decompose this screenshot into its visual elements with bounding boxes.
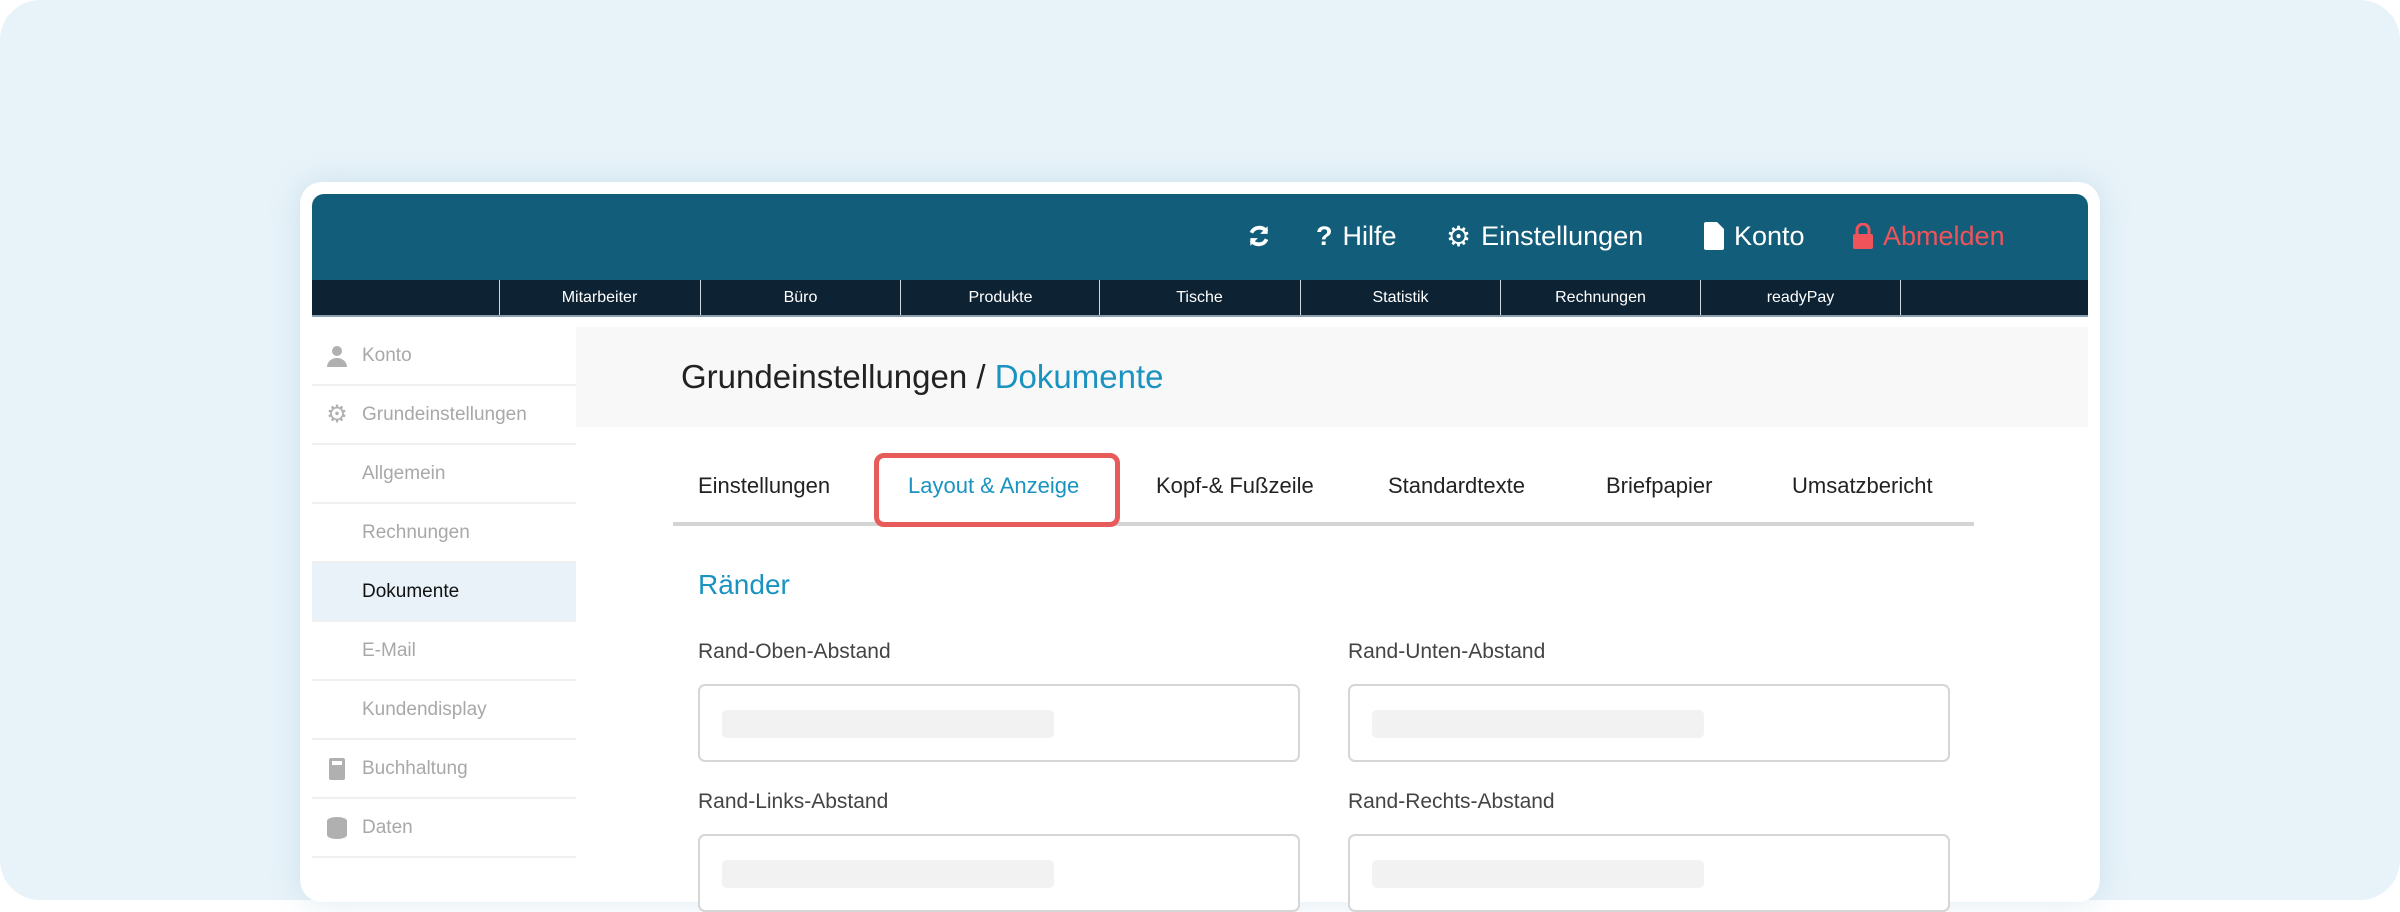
input-placeholder [722, 710, 1054, 738]
nav-mitarbeiter[interactable]: Mitarbeiter [499, 280, 699, 315]
sidebar-item-konto[interactable]: Konto [312, 327, 576, 386]
logout-link[interactable]: Abmelden [1853, 218, 2005, 254]
margin-right-input[interactable] [1348, 834, 1950, 912]
tab-einstellungen[interactable]: Einstellungen [698, 473, 830, 499]
top-header [312, 194, 2088, 280]
help-link[interactable]: ? Hilfe [1316, 218, 1397, 254]
file-icon [1704, 222, 1724, 250]
main-nav: Mitarbeiter Büro Produkte Tische Statist… [312, 280, 2088, 317]
settings-link[interactable]: ⚙ Einstellungen [1446, 218, 1643, 254]
sidebar-item-allgemein[interactable]: Allgemein [312, 445, 576, 504]
gears-icon: ⚙ [1446, 220, 1472, 252]
field-label-left: Rand-Links-Abstand [698, 790, 889, 813]
input-placeholder [1372, 710, 1704, 738]
sidebar-item-dokumente[interactable]: Dokumente [312, 563, 576, 622]
tab-briefpapier[interactable]: Briefpapier [1606, 473, 1712, 499]
nav-readypay[interactable]: readyPay [1700, 280, 1900, 315]
highlight-box [874, 453, 1120, 527]
lock-icon [1853, 223, 1873, 249]
nav-rechnungen[interactable]: Rechnungen [1500, 280, 1700, 315]
field-label-right: Rand-Rechts-Abstand [1348, 790, 1555, 813]
tab-standardtexte[interactable]: Standardtexte [1388, 473, 1525, 499]
sidebar-item-daten[interactable]: Daten [312, 799, 576, 858]
field-label-top: Rand-Oben-Abstand [698, 640, 891, 663]
sidebar-item-kundendisplay[interactable]: Kundendisplay [312, 681, 576, 740]
page-title: Grundeinstellungen / Dokumente [681, 358, 1164, 395]
sidebar-item-email[interactable]: E-Mail [312, 622, 576, 681]
nav-tische[interactable]: Tische [1099, 280, 1299, 315]
section-title: Ränder [698, 569, 790, 600]
refresh-icon [1249, 225, 1269, 247]
gear-icon: ⚙ [326, 401, 348, 428]
nav-divider [1900, 280, 1901, 315]
field-label-bottom: Rand-Unten-Abstand [1348, 640, 1546, 663]
input-placeholder [1372, 860, 1704, 888]
margin-top-input[interactable] [698, 684, 1300, 762]
nav-buero[interactable]: Büro [700, 280, 900, 315]
tab-umsatzbericht[interactable]: Umsatzbericht [1792, 473, 1933, 499]
refresh-button[interactable] [1246, 218, 1272, 254]
sidebar-item-grundeinstellungen[interactable]: ⚙ Grundeinstellungen [312, 386, 576, 445]
breadcrumb-current: Dokumente [994, 358, 1164, 395]
tab-underline [673, 522, 1974, 526]
account-link[interactable]: Konto [1704, 218, 1805, 254]
nav-statistik[interactable]: Statistik [1300, 280, 1500, 315]
user-icon [326, 345, 348, 367]
input-placeholder [722, 860, 1054, 888]
tab-kopf-fusszeile[interactable]: Kopf-& Fußzeile [1156, 473, 1314, 499]
calculator-icon [326, 757, 348, 780]
margin-bottom-input[interactable] [1348, 684, 1950, 762]
sidebar: Konto ⚙ Grundeinstellungen Allgemein Rech… [312, 327, 576, 858]
margin-left-input[interactable] [698, 834, 1300, 912]
sidebar-item-rechnungen[interactable]: Rechnungen [312, 504, 576, 563]
question-icon: ? [1316, 220, 1333, 251]
database-icon [326, 816, 348, 839]
sidebar-item-buchhaltung[interactable]: Buchhaltung [312, 740, 576, 799]
nav-produkte[interactable]: Produkte [900, 280, 1100, 315]
